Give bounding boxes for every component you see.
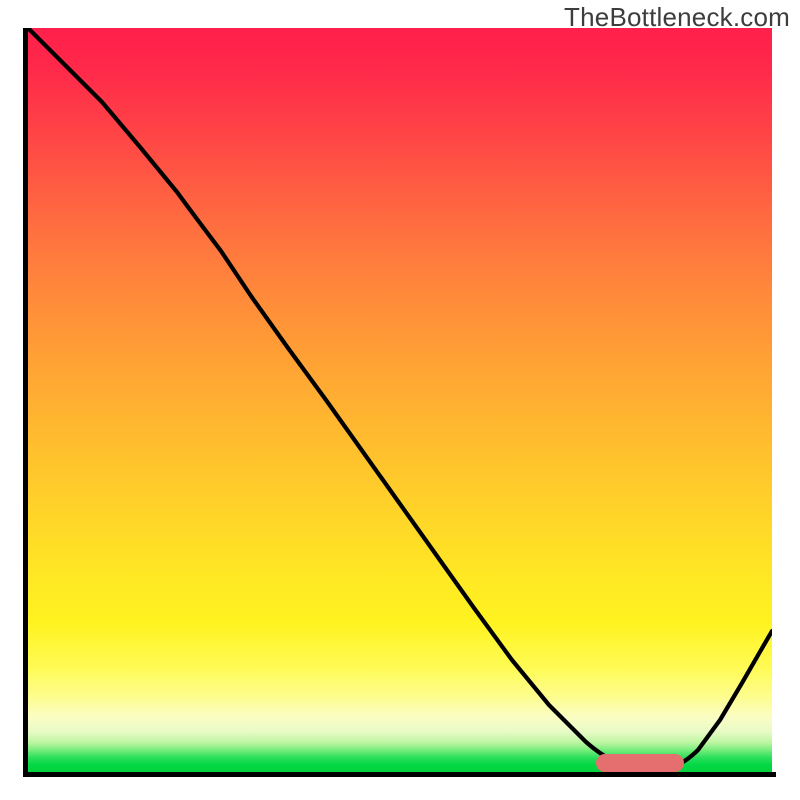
x-axis-line	[23, 772, 776, 777]
watermark-text: TheBottleneck.com	[564, 2, 790, 33]
chart-container: TheBottleneck.com	[0, 0, 800, 800]
optimal-range-marker	[596, 754, 684, 772]
y-axis-line	[23, 28, 28, 777]
bottleneck-curve	[28, 28, 772, 772]
curve-path	[28, 28, 772, 772]
